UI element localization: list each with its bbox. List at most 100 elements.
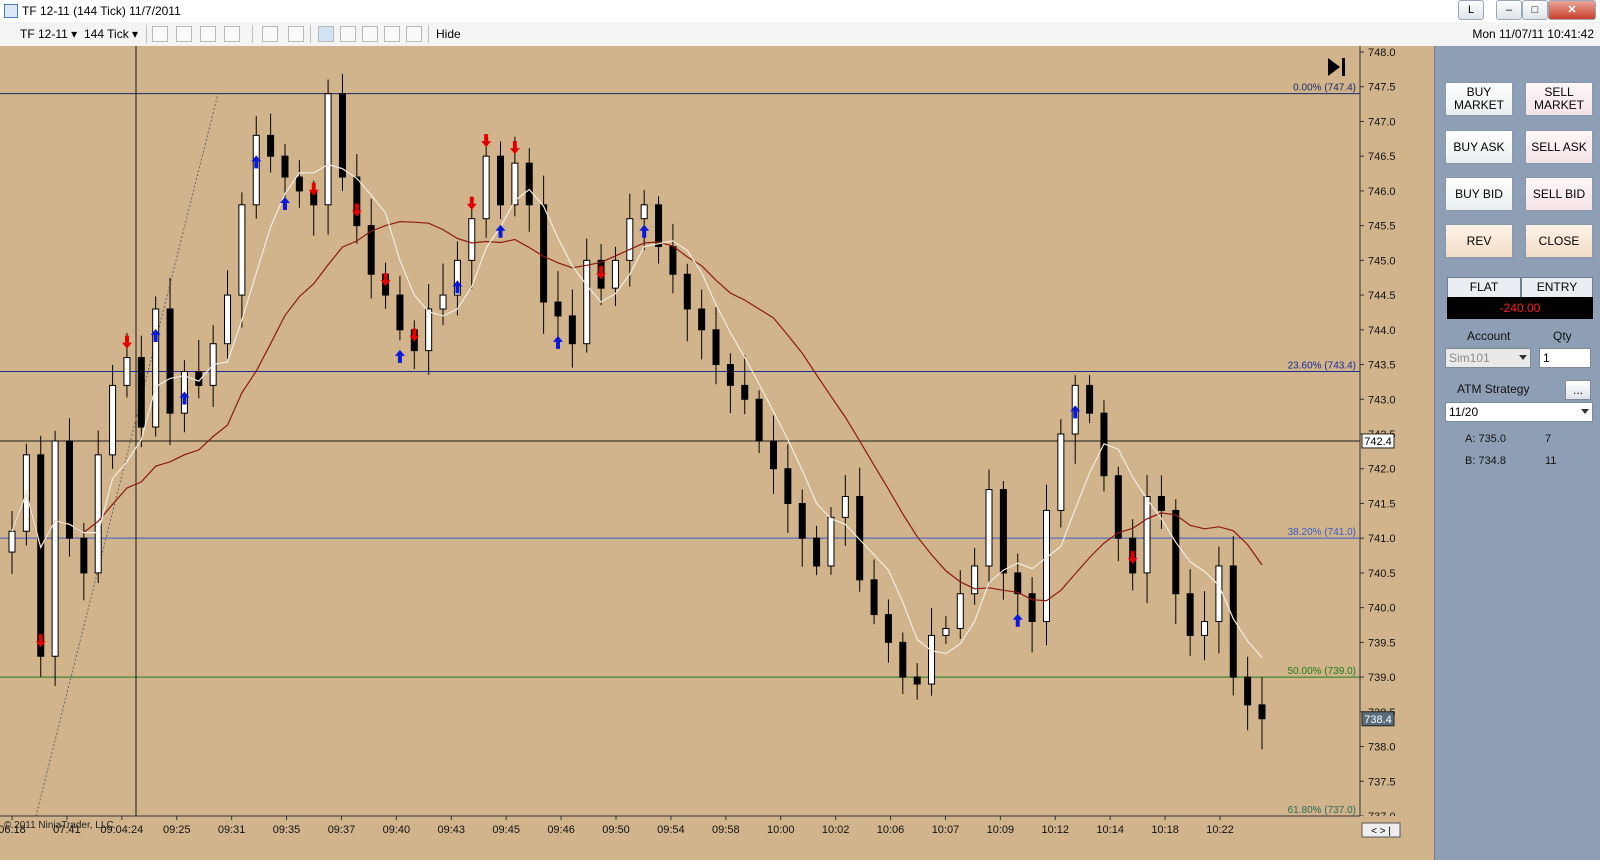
candle-body bbox=[1086, 384, 1094, 414]
minimize-button[interactable]: – bbox=[1496, 0, 1522, 20]
strategy-icon[interactable] bbox=[224, 26, 240, 42]
candle-body bbox=[698, 308, 706, 331]
fib-level-label: 50.00% (739.0) bbox=[1288, 666, 1356, 677]
pnl-display: -240.00 bbox=[1447, 297, 1593, 319]
sell-ask-button[interactable]: SELL ASK bbox=[1525, 130, 1593, 164]
drawing-tools-icon[interactable] bbox=[200, 26, 216, 42]
toolbar-divider bbox=[252, 25, 253, 43]
candle-body bbox=[338, 93, 346, 178]
datetime-display: Mon 11/07/11 10:41:42 bbox=[1472, 27, 1594, 41]
atm-strategy-label: ATM Strategy bbox=[1457, 382, 1530, 396]
candle-body bbox=[137, 357, 145, 428]
close-window-button[interactable]: ✕ bbox=[1548, 0, 1596, 20]
atm-options-button[interactable]: ... bbox=[1565, 380, 1591, 400]
close-position-button[interactable]: CLOSE bbox=[1525, 224, 1593, 258]
candle-body bbox=[942, 627, 950, 636]
candle-body bbox=[152, 308, 160, 428]
candle-body bbox=[841, 496, 849, 518]
bar-type-icon[interactable] bbox=[152, 26, 168, 42]
candle-body bbox=[324, 93, 332, 206]
candle-body bbox=[468, 218, 476, 261]
hide-button[interactable]: Hide bbox=[436, 26, 461, 42]
go-to-end-icon bbox=[1328, 58, 1340, 76]
candle-body bbox=[784, 468, 792, 504]
link-button[interactable]: L bbox=[1458, 0, 1484, 20]
candle-body bbox=[683, 273, 691, 310]
sell-bid-button[interactable]: SELL BID bbox=[1525, 177, 1593, 211]
notes-icon[interactable] bbox=[406, 26, 422, 42]
chart-canvas[interactable]: 0.00% (747.4) 23.60% (743.4) 38.20% (741.0… bbox=[0, 46, 1434, 860]
price-tick-label: 746.5 bbox=[1368, 151, 1396, 163]
candle-body bbox=[554, 301, 562, 317]
candle-body bbox=[827, 516, 835, 567]
candle-body bbox=[1157, 496, 1165, 511]
candle-body bbox=[109, 384, 117, 456]
chart-trader-panel: BUY MARKET SELL MARKET BUY ASK SELL ASK … bbox=[1434, 46, 1600, 860]
time-tick-label: 10:07 bbox=[932, 824, 960, 836]
time-tick-label: 10:12 bbox=[1042, 824, 1070, 836]
chart-properties-icon[interactable] bbox=[362, 26, 378, 42]
candle-body bbox=[1201, 621, 1209, 636]
candle-body bbox=[755, 398, 763, 442]
price-tick-label: 741.5 bbox=[1368, 498, 1396, 510]
candle-body bbox=[568, 315, 576, 345]
candle-body bbox=[769, 440, 777, 470]
candle-body bbox=[396, 294, 404, 331]
time-tick-label: 09:58 bbox=[712, 824, 740, 836]
candle-body bbox=[1057, 433, 1065, 511]
price-tick-label: 740.5 bbox=[1368, 568, 1396, 580]
time-tick-label: 10:14 bbox=[1096, 824, 1124, 836]
interval-selector[interactable]: 144 Tick ▾ bbox=[84, 26, 138, 42]
candle-body bbox=[37, 454, 45, 657]
entry-status: ENTRY bbox=[1521, 277, 1593, 298]
maximize-button[interactable]: □ bbox=[1522, 0, 1548, 20]
price-tick-label: 741.0 bbox=[1368, 533, 1396, 545]
sell-signal-arrow bbox=[509, 141, 520, 155]
candle-body bbox=[884, 614, 892, 643]
account-select[interactable]: Sim101 bbox=[1445, 348, 1531, 368]
candle-body bbox=[80, 537, 88, 574]
candle-body bbox=[640, 204, 648, 220]
candle-body bbox=[655, 204, 663, 247]
buy-market-button[interactable]: BUY MARKET bbox=[1445, 82, 1513, 116]
candle-body bbox=[166, 308, 174, 414]
copyright-text: © 2011 NinjaTrader, LLC bbox=[4, 820, 114, 831]
candle-body bbox=[669, 245, 677, 275]
atm-strategy-select[interactable]: 11/20 bbox=[1445, 402, 1593, 422]
time-axis bbox=[0, 816, 1434, 860]
reverse-button[interactable]: REV bbox=[1445, 224, 1513, 258]
candle-body bbox=[238, 204, 246, 296]
buy-signal-arrow bbox=[552, 335, 563, 349]
sell-market-button[interactable]: SELL MARKET bbox=[1525, 82, 1593, 116]
fib-level-label: 38.20% (741.0) bbox=[1288, 527, 1356, 538]
buy-signal-arrow bbox=[1012, 613, 1023, 627]
crosshair-icon[interactable] bbox=[262, 26, 278, 42]
zoom-icon[interactable] bbox=[288, 26, 304, 42]
candle-body bbox=[123, 357, 131, 386]
sell-signal-arrow bbox=[481, 134, 492, 148]
position-status: FLAT bbox=[1447, 277, 1521, 298]
candle-body bbox=[726, 364, 734, 386]
candle-body bbox=[295, 176, 303, 192]
candle-body bbox=[482, 155, 490, 220]
price-tick-label: 739.5 bbox=[1368, 637, 1396, 649]
price-tick-label: 744.0 bbox=[1368, 325, 1396, 337]
price-marker-label: 742.4 bbox=[1364, 436, 1392, 448]
draw-pencil-icon[interactable] bbox=[176, 26, 192, 42]
candle-body bbox=[497, 155, 505, 206]
candle-body bbox=[1028, 593, 1036, 623]
qty-stepper[interactable]: 1 bbox=[1539, 348, 1591, 368]
candle-body bbox=[971, 565, 979, 595]
buy-ask-button[interactable]: BUY ASK bbox=[1445, 130, 1513, 164]
buy-bid-button[interactable]: BUY BID bbox=[1445, 177, 1513, 211]
candle-body bbox=[899, 641, 907, 678]
time-tick-label: 09:40 bbox=[383, 824, 411, 836]
price-chart[interactable]: 0.00% (747.4) 23.60% (743.4) 38.20% (741.0… bbox=[0, 46, 1434, 860]
chart-trader-icon[interactable] bbox=[318, 26, 334, 42]
atm-strategy-value: 11/20 bbox=[1449, 405, 1479, 419]
data-box-icon[interactable] bbox=[384, 26, 400, 42]
sell-signal-arrow bbox=[466, 196, 477, 210]
instrument-selector[interactable]: TF 12-11 ▾ bbox=[20, 26, 77, 42]
indicators-icon[interactable] bbox=[340, 26, 356, 42]
time-tick-label: 09:31 bbox=[218, 824, 246, 836]
